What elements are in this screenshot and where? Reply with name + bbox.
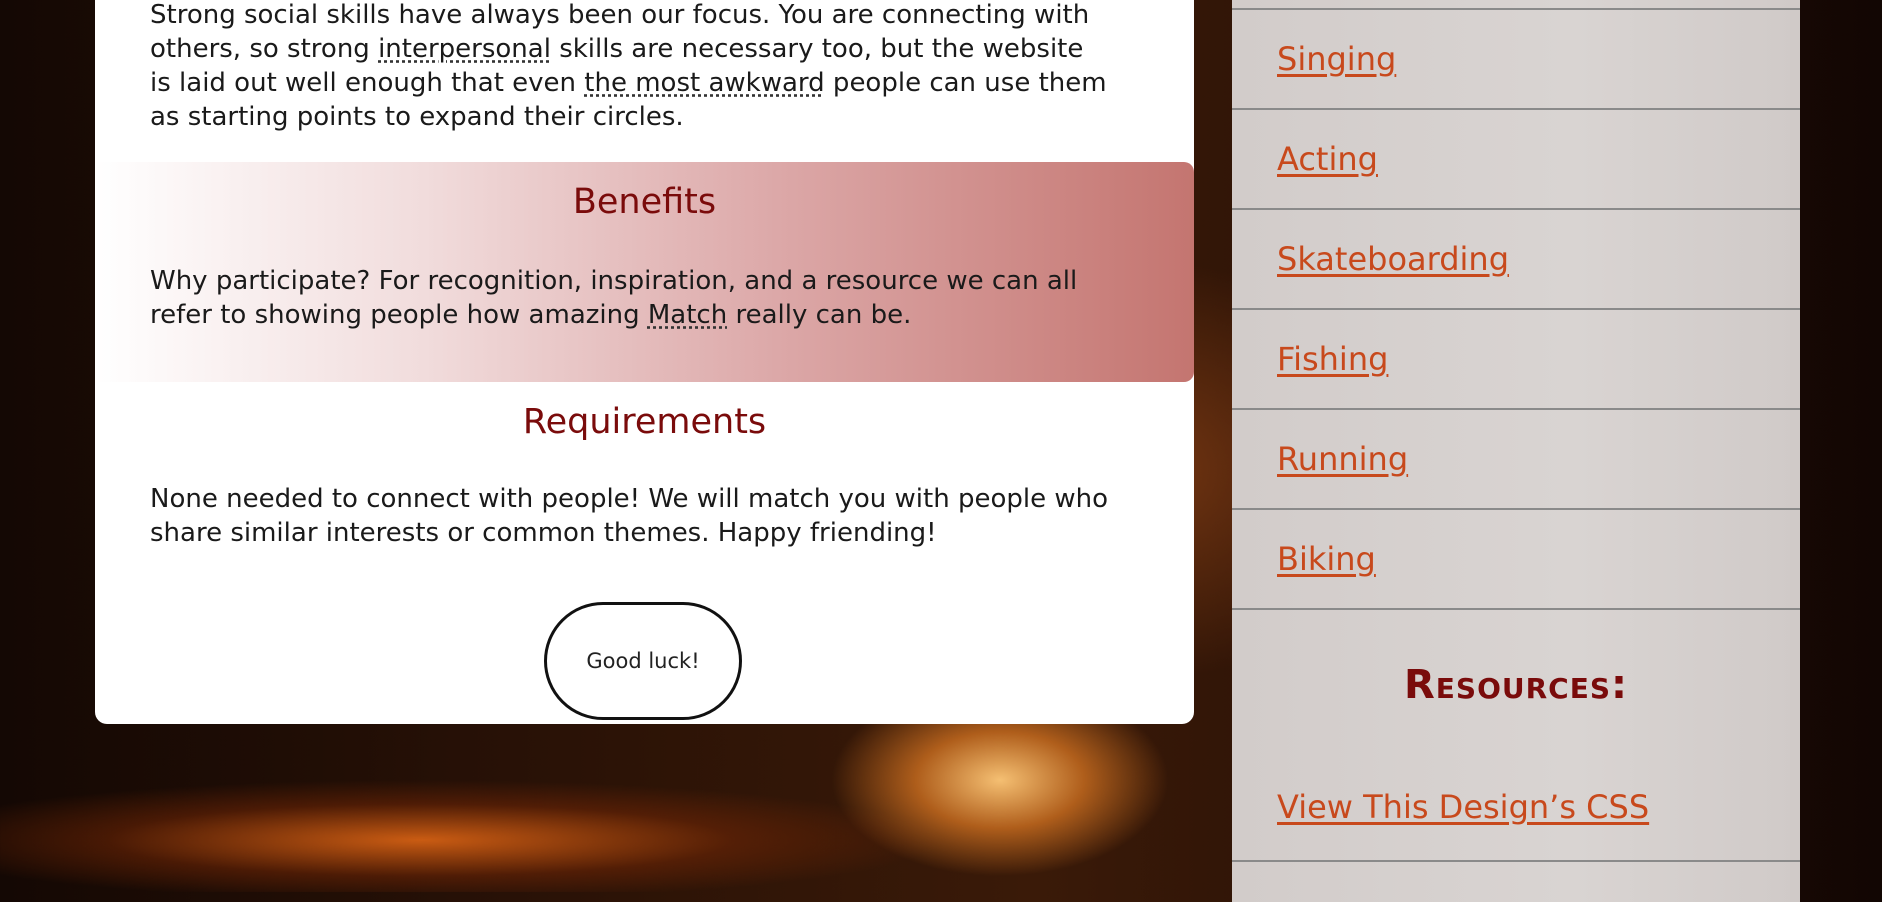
sidebar-item-singing: Singing xyxy=(1232,8,1800,110)
requirements-paragraph: None needed to connect with people! We w… xyxy=(150,484,1109,548)
sidebar: Singing Acting Skateboarding Fishing Run… xyxy=(1232,0,1800,902)
benefits-paragraph: Why participate? For recognition, inspir… xyxy=(150,264,1110,332)
resources-heading: Resources: xyxy=(1403,662,1629,708)
interpersonal-abbr[interactable]: interpersonal xyxy=(378,34,551,64)
sidebar-resources-section: Resources: View This Design’s CSS xyxy=(1232,608,1800,854)
sidebar-link-running[interactable]: Running xyxy=(1277,440,1408,478)
sidebar-divider xyxy=(1232,860,1800,902)
sidebar-item-running: Running xyxy=(1232,408,1800,510)
benefits-heading: Benefits xyxy=(572,182,717,222)
good-luck-button[interactable]: Good luck! xyxy=(544,602,742,720)
sidebar-item-acting: Acting xyxy=(1232,108,1800,210)
sidebar-link-fishing[interactable]: Fishing xyxy=(1277,340,1388,378)
sidebar-item-biking: Biking xyxy=(1232,508,1800,610)
benefits-text-2: really can be. xyxy=(727,300,912,330)
match-abbr[interactable]: Match xyxy=(648,300,727,330)
sidebar-item-fishing: Fishing xyxy=(1232,308,1800,410)
sidebar-link-singing[interactable]: Singing xyxy=(1277,40,1396,78)
main-content-card: Strong social skills have always been ou… xyxy=(95,0,1194,724)
requirements-heading: Requirements xyxy=(522,402,767,442)
sidebar-link-skateboarding[interactable]: Skateboarding xyxy=(1277,240,1509,278)
most-awkward-abbr[interactable]: the most awkward xyxy=(584,68,824,98)
benefits-text-1: Why participate? For recognition, inspir… xyxy=(150,266,1078,330)
sidebar-link-biking[interactable]: Biking xyxy=(1277,540,1376,578)
view-css-link[interactable]: View This Design’s CSS xyxy=(1277,788,1649,826)
sidebar-link-acting[interactable]: Acting xyxy=(1277,140,1378,178)
sidebar-item-skateboarding: Skateboarding xyxy=(1232,208,1800,310)
benefits-section: Benefits Why participate? For recognitio… xyxy=(95,162,1194,382)
intro-paragraph: Strong social skills have always been ou… xyxy=(150,0,1110,134)
